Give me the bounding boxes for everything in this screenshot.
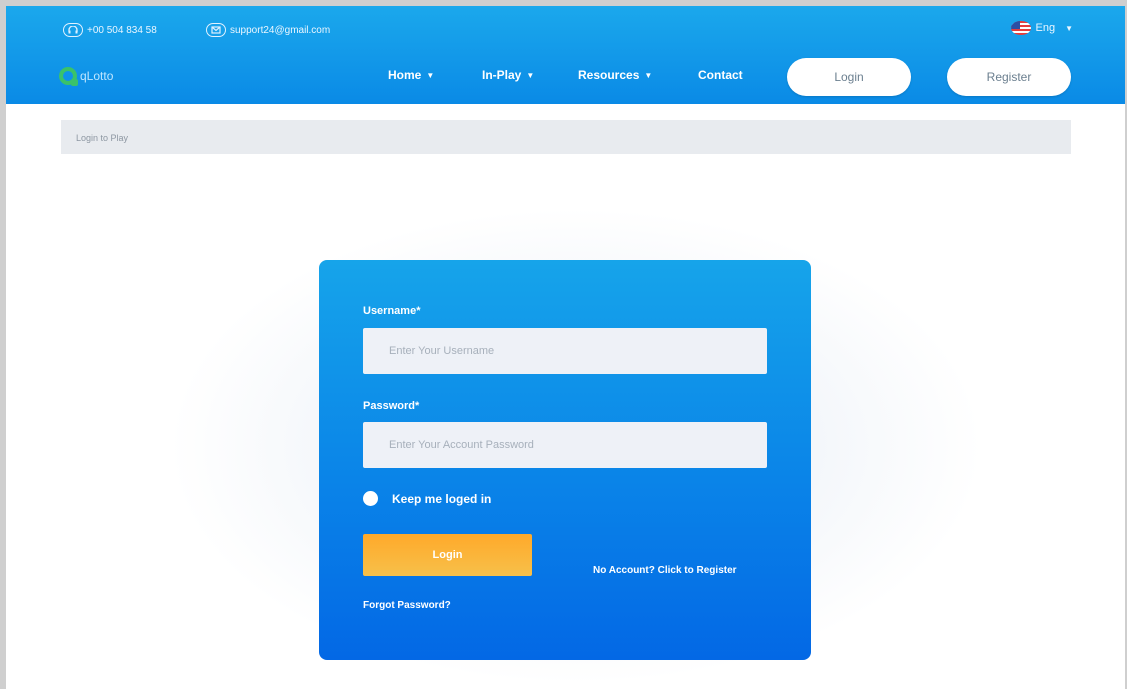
remember-radio[interactable]: [363, 491, 378, 506]
nav-in-play-label: In-Play: [482, 68, 522, 82]
password-input[interactable]: [363, 422, 767, 468]
nav-in-play[interactable]: In-Play ▼: [482, 68, 534, 82]
headset-icon: [63, 23, 83, 37]
header-login-button[interactable]: Login: [787, 58, 911, 96]
chevron-down-icon: ▼: [426, 70, 435, 80]
us-flag-icon: [1010, 21, 1031, 35]
caret-down-icon: ▼: [1065, 23, 1073, 33]
topbar-email[interactable]: support24@gmail.com: [206, 21, 330, 39]
language-label: Eng: [1035, 22, 1056, 34]
nav-contact[interactable]: Contact: [698, 68, 743, 82]
username-input[interactable]: [363, 328, 767, 374]
site-logo[interactable]: qLotto: [59, 67, 114, 86]
breadcrumb: Login to Play: [61, 120, 1071, 154]
username-label: Username*: [363, 305, 421, 317]
forgot-password-link[interactable]: Forgot Password?: [363, 600, 451, 611]
login-card: Username* Password* Keep me loged in Log…: [319, 260, 811, 660]
header-register-button[interactable]: Register: [947, 58, 1071, 96]
logo-text: qLotto: [80, 69, 114, 83]
nav-home-label: Home: [388, 68, 422, 82]
remember-label: Keep me loged in: [392, 491, 492, 506]
topbar-email-text: support24@gmail.com: [230, 24, 331, 36]
logo-mark-icon: [59, 67, 78, 86]
nav-home[interactable]: Home ▼: [388, 68, 434, 82]
topbar-phone-text: +00 504 834 58: [87, 24, 157, 36]
nav-contact-label: Contact: [698, 68, 743, 82]
chevron-down-icon: ▼: [526, 70, 535, 80]
nav-resources-label: Resources: [578, 68, 640, 82]
chevron-down-icon: ▼: [644, 70, 653, 80]
mail-icon: [206, 23, 226, 37]
language-selector[interactable]: Eng ▼: [1010, 21, 1073, 35]
login-submit-button[interactable]: Login: [363, 534, 532, 576]
password-label: Password*: [363, 400, 420, 412]
topbar-phone[interactable]: +00 504 834 58: [63, 21, 157, 39]
browser-viewport: +00 504 834 58 support24@gmail.com Eng ▼…: [6, 6, 1125, 689]
register-link[interactable]: No Account? Click to Register: [593, 565, 737, 576]
nav-resources[interactable]: Resources ▼: [578, 68, 652, 82]
site-header: +00 504 834 58 support24@gmail.com Eng ▼…: [6, 6, 1125, 104]
remember-me[interactable]: Keep me loged in: [363, 491, 491, 506]
